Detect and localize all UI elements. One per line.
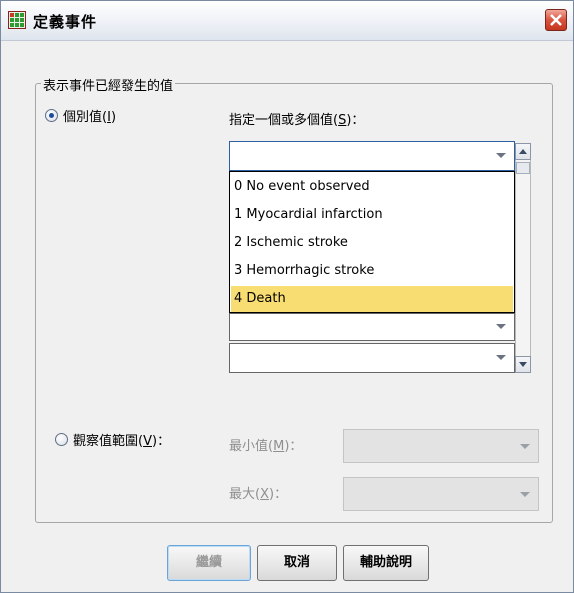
scroll-up-icon <box>519 149 527 154</box>
continue-button[interactable]: 繼續 <box>167 545 251 581</box>
chevron-down-icon[interactable] <box>496 324 506 329</box>
scroll-up-button[interactable] <box>515 143 531 160</box>
dropdown-option[interactable]: 3 Hemorrhagic stroke <box>231 258 513 284</box>
define-event-dialog: 定義事件 表示事件已經發生的值 個別值(I) 指定一個或多個值(S)： 0 No… <box>0 0 574 593</box>
max-value-mnemonic: X <box>260 487 269 502</box>
scroll-down-icon <box>519 362 527 367</box>
dropdown-option[interactable]: 1 Myocardial infarction <box>231 202 513 228</box>
values-list-mnemonic: S <box>338 113 347 128</box>
group-title: 表示事件已經發生的值 <box>41 75 176 94</box>
max-value-label: 最大(X)： <box>229 487 288 502</box>
range-values-text: 觀察值範圍 <box>73 434 139 449</box>
dropdown-option[interactable]: 0 No event observed <box>231 174 513 200</box>
max-value-combo[interactable] <box>343 477 539 511</box>
min-value-label: 最小值(M)： <box>229 439 303 454</box>
min-value-combo[interactable] <box>343 429 539 463</box>
help-button[interactable]: 輔助說明 <box>343 545 429 581</box>
individual-values-text: 個別值 <box>63 110 103 125</box>
min-value-mnemonic: M <box>273 439 285 454</box>
range-values-label[interactable]: 觀察值範圍(V)： <box>73 430 170 449</box>
individual-values-label[interactable]: 個別值(I) <box>63 106 116 125</box>
min-value-text: 最小值 <box>229 439 269 454</box>
range-values-mnemonic: V <box>143 434 152 449</box>
max-value-text: 最大 <box>229 487 256 502</box>
dropdown-option-selected[interactable]: 4 Death <box>231 286 513 312</box>
scroll-down-button[interactable] <box>515 356 531 373</box>
value-combo-3[interactable] <box>229 343 515 373</box>
values-list-label: 指定一個或多個值(S)： <box>229 113 365 128</box>
individual-values-radio[interactable] <box>45 109 58 122</box>
close-icon <box>550 14 562 26</box>
values-list-text: 指定一個或多個值 <box>229 113 334 128</box>
chevron-down-icon[interactable] <box>496 355 506 360</box>
value-combo-2[interactable] <box>229 313 515 341</box>
dialog-title: 定義事件 <box>33 13 98 31</box>
scrollbar-thumb[interactable] <box>516 162 530 174</box>
chevron-down-icon[interactable] <box>496 153 506 158</box>
close-button[interactable] <box>545 9 567 31</box>
spss-grid-icon <box>8 11 26 29</box>
chevron-down-icon[interactable] <box>520 492 530 497</box>
title-bar: 定義事件 <box>1 1 573 41</box>
individual-values-mnemonic: I <box>107 110 111 125</box>
range-values-radio[interactable] <box>55 433 68 446</box>
cancel-button[interactable]: 取消 <box>257 545 337 581</box>
chevron-down-icon[interactable] <box>520 444 530 449</box>
dropdown-option[interactable]: 2 Ischemic stroke <box>231 230 513 256</box>
value-dropdown-list: 0 No event observed 1 Myocardial infarct… <box>229 171 515 313</box>
value-combo-1[interactable] <box>229 141 515 171</box>
values-scrollbar[interactable] <box>515 143 531 373</box>
